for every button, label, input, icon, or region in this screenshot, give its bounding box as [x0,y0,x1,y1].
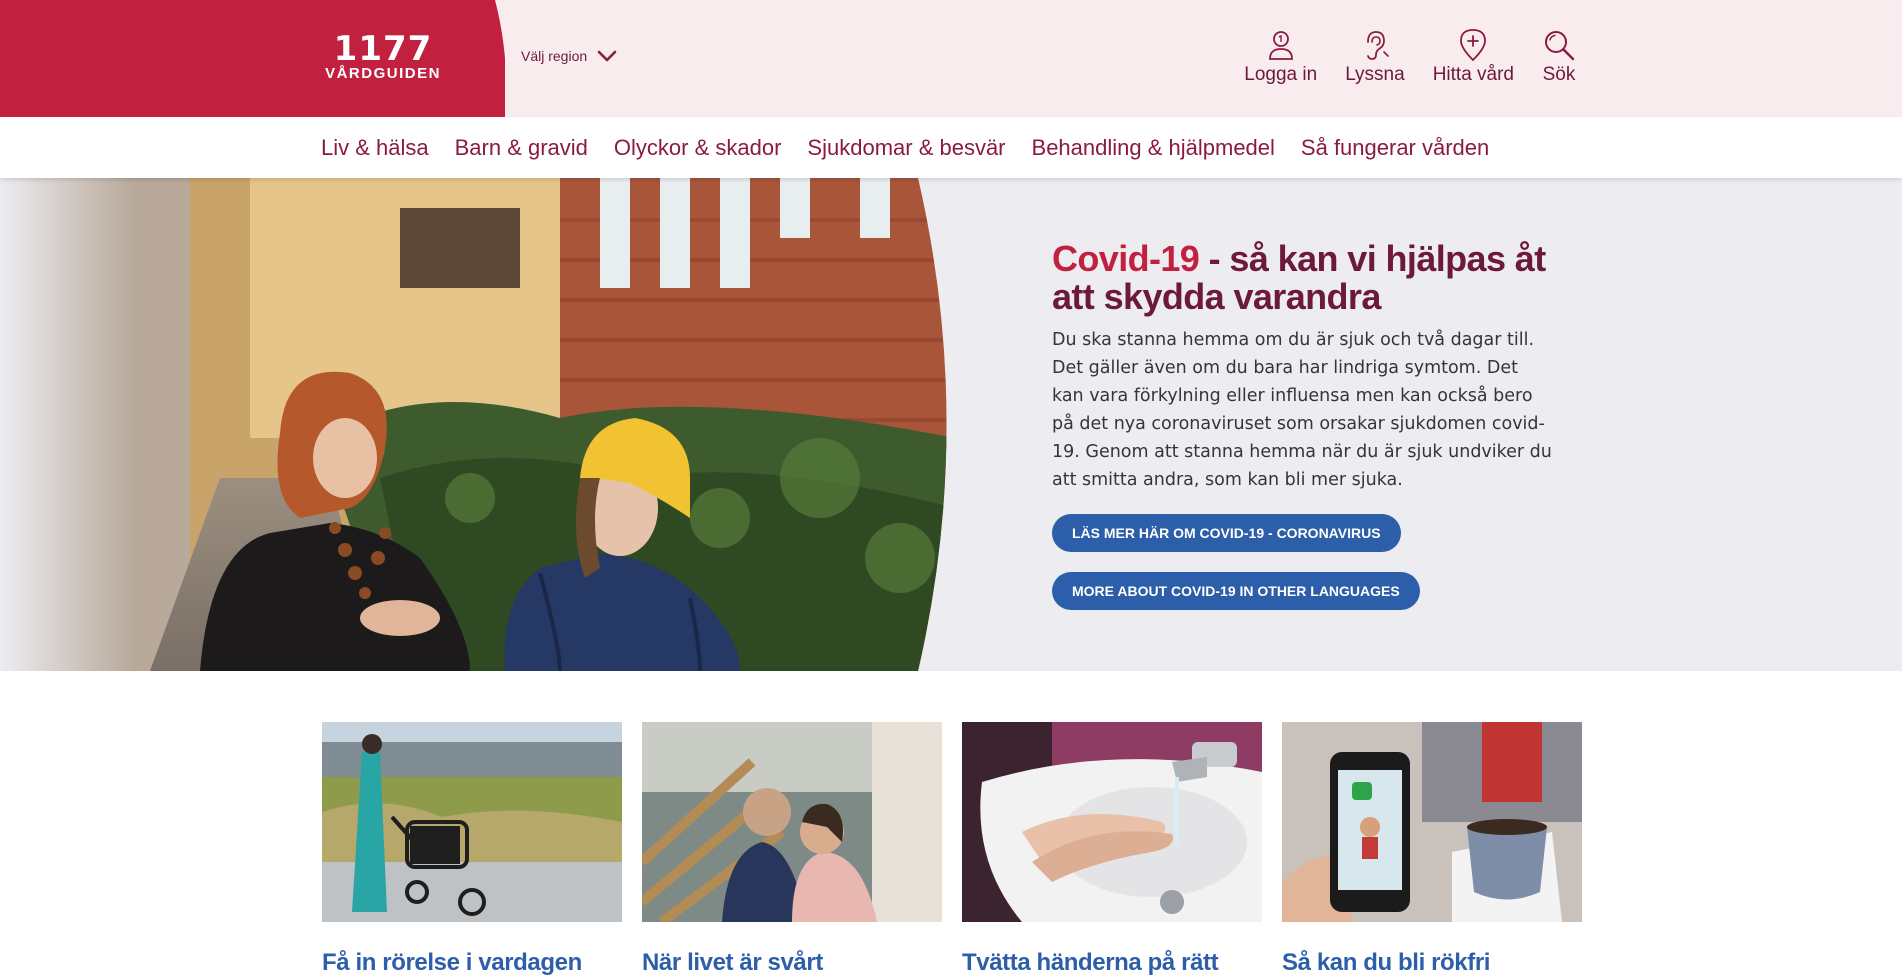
nav-item-sa-fungerar-varden[interactable]: Så fungerar vården [1301,135,1489,161]
nav-item-sjukdomar-besvar[interactable]: Sjukdomar & besvär [807,135,1005,161]
nav-item-barn-gravid[interactable]: Barn & gravid [455,135,588,161]
read-more-covid-button[interactable]: Läs mer här om covid-19 - coronavirus [1052,514,1401,552]
card-image-hard-life [638,722,942,926]
card-image-smoke-free [1282,722,1582,922]
login-button[interactable]: Logga in [1244,28,1317,86]
hero-content: Covid-19 - så kan vi hjälpas åt att skyd… [1052,240,1552,610]
login-label: Logga in [1244,64,1318,85]
nav-item-behandling-hjalpmedel[interactable]: Behandling & hjälpmedel [1032,135,1275,161]
hero-banner: Covid-19 - så kan vi hjälpas åt att skyd… [0,178,1902,671]
chevron-down-icon [597,50,617,62]
main-navigation: Liv & hälsa Barn & gravid Olyckor & skad… [0,117,1902,178]
ear-icon [1367,31,1389,60]
card-hard-life[interactable]: När livet är svårt [638,722,942,977]
header-tools: Logga in Lyssna Hitta vård Sök [1244,28,1576,86]
nav-item-olyckor-skador[interactable]: Olyckor & skador [614,135,782,161]
logo-number: 1177 [333,29,433,69]
card-image-exercise [322,722,622,922]
card-exercise[interactable]: Få in rörelse i vardagen [322,722,622,977]
hero-body-text: Du ska stanna hemma om du är sjuk och tv… [1052,330,1552,490]
hero-title-accent: Covid-19 [1052,238,1200,279]
card-title-smoke-free: Så kan du bli rökfri [1282,949,1491,976]
region-label: Välj region [521,48,588,64]
logo-text: VÅRDGUIDEN [325,65,441,82]
hero-image [0,178,955,671]
card-title-exercise: Få in rörelse i vardagen [322,949,582,976]
listen-button[interactable]: Lyssna [1345,28,1405,86]
card-title-handwashing: Tvätta händerna på rätt [962,949,1219,976]
hero-title: Covid-19 - så kan vi hjälpas åt att skyd… [1052,240,1552,316]
location-pin-plus-icon [1460,29,1487,62]
find-care-button[interactable]: Hitta vård [1433,28,1514,86]
search-icon [1545,31,1575,61]
site-logo[interactable]: 1177 VÅRDGUIDEN [320,32,446,82]
card-list: Få in rörelse i vardagen När livet är sv… [322,722,1582,977]
search-button[interactable]: Sök [1542,28,1576,86]
find-care-label: Hitta vård [1432,64,1514,85]
region-selector[interactable]: Välj region [521,48,617,64]
card-title-hard-life: När livet är svårt [642,949,823,976]
nav-list: Liv & hälsa Barn & gravid Olyckor & skad… [321,135,1489,161]
search-label: Sök [1542,64,1576,85]
site-header: 1177 VÅRDGUIDEN Välj region Logga in Lys… [0,0,1902,117]
user-icon [1268,31,1293,60]
nav-item-liv-halsa[interactable]: Liv & hälsa [321,135,429,161]
card-handwashing[interactable]: Tvätta händerna på rätt [962,722,1262,977]
covid-other-languages-button[interactable]: More about covid-19 in other languages [1052,572,1420,610]
card-image-handwashing [962,722,1262,922]
card-smoke-free[interactable]: Så kan du bli rökfri [1282,722,1582,977]
listen-label: Lyssna [1345,64,1405,85]
